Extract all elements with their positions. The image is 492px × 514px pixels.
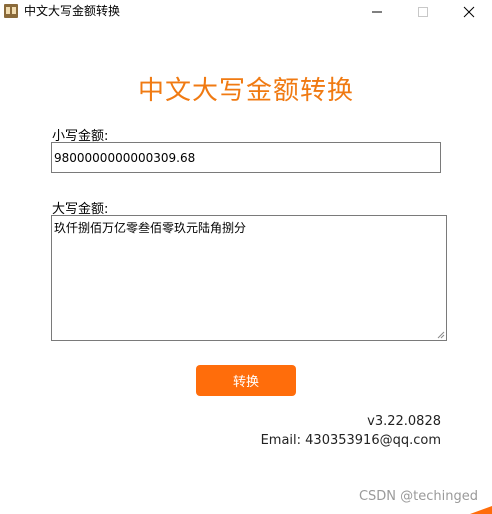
watermark-text: CSDN @techinged [358,489,478,504]
app-window: 中文大写金额转换 中文大写金额转换 小写金额: 大写金额: 玖仟捌佰万亿零叁佰零… [0,0,492,514]
minimize-button[interactable] [354,0,400,24]
window-title: 中文大写金额转换 [24,4,121,18]
title-bar: 中文大写金额转换 [0,0,492,24]
close-button[interactable] [446,0,492,24]
minimize-icon [372,11,382,13]
version-text: v3.22.0828 [367,414,441,429]
page-title: 中文大写金额转换 [137,76,354,106]
small-amount-input[interactable] [51,142,441,173]
email-text: Email: 430353916@qq.com [260,433,441,448]
close-icon [463,6,475,18]
maximize-icon [418,7,428,17]
app-logo-icon [4,4,18,18]
resize-grip-icon[interactable] [437,331,445,339]
maximize-button[interactable] [400,0,446,24]
corner-decoration [470,506,492,514]
convert-button[interactable]: 转换 [196,365,296,396]
big-amount-textarea[interactable]: 玖仟捌佰万亿零叁佰零玖元陆角捌分 [51,215,447,341]
